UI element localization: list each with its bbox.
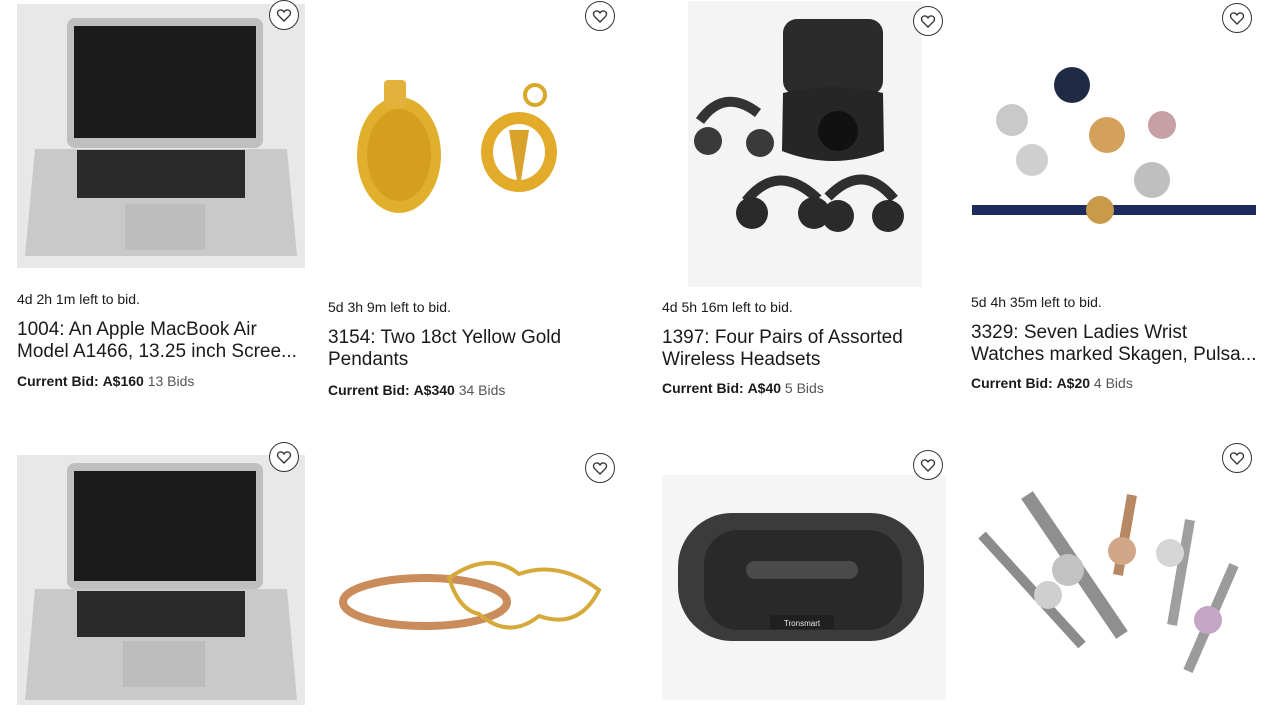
favorite-button[interactable] [1222, 3, 1252, 33]
heart-icon [592, 10, 608, 23]
listing-image-laptop[interactable] [17, 4, 305, 268]
listing-image-speaker[interactable]: Tronsmart [662, 475, 946, 700]
bid-count: 4 Bids [1093, 375, 1133, 391]
favorite-button[interactable] [913, 450, 943, 480]
bid-count: 13 Bids [147, 373, 195, 389]
heart-icon [920, 15, 936, 28]
bid-amount: A$20 [1056, 375, 1091, 391]
favorite-button[interactable] [269, 442, 299, 472]
bid-amount: A$340 [413, 382, 455, 398]
bid-label: Current Bid: [17, 373, 99, 389]
bid-label: Current Bid: [662, 380, 744, 396]
favorite-button[interactable] [269, 0, 299, 30]
current-bid: Current Bid: A$20 4 Bids [971, 375, 1133, 391]
current-bid: Current Bid: A$160 13 Bids [17, 373, 194, 389]
favorite-button[interactable] [913, 6, 943, 36]
listing-title[interactable]: 3154: Two 18ct Yellow Gold Pendants [328, 327, 618, 371]
heart-icon [1229, 12, 1245, 25]
listing-image-laptop[interactable] [17, 455, 305, 705]
bid-count: 5 Bids [784, 380, 824, 396]
time-left: 5d 4h 35m left to bid. [971, 294, 1102, 310]
heart-icon [276, 451, 292, 464]
listing-image-watches[interactable] [972, 475, 1256, 700]
time-left: 4d 5h 16m left to bid. [662, 299, 793, 315]
current-bid: Current Bid: A$40 5 Bids [662, 380, 824, 396]
listing-title[interactable]: 3329: Seven Ladies Wrist Watches marked … [971, 322, 1261, 366]
heart-icon [592, 462, 608, 475]
listing-title[interactable]: 1397: Four Pairs of Assorted Wireless He… [662, 327, 952, 371]
time-left: 5d 3h 9m left to bid. [328, 299, 451, 315]
speaker-brand-label: Tronsmart [784, 619, 821, 628]
heart-icon [920, 459, 936, 472]
listing-image-gold-pendants[interactable] [329, 40, 613, 240]
listing-image-headsets[interactable] [688, 1, 922, 287]
heart-icon [1229, 452, 1245, 465]
time-left: 4d 2h 1m left to bid. [17, 291, 140, 307]
bid-count: 34 Bids [458, 382, 506, 398]
bid-amount: A$160 [102, 373, 144, 389]
favorite-button[interactable] [585, 453, 615, 483]
favorite-button[interactable] [585, 1, 615, 31]
bid-amount: A$40 [747, 380, 782, 396]
bid-label: Current Bid: [328, 382, 410, 398]
listing-image-bangles[interactable] [329, 490, 613, 690]
heart-icon [276, 9, 292, 22]
current-bid: Current Bid: A$340 34 Bids [328, 382, 505, 398]
favorite-button[interactable] [1222, 443, 1252, 473]
listing-title[interactable]: 1004: An Apple MacBook Air Model A1466, … [17, 319, 307, 363]
bid-label: Current Bid: [971, 375, 1053, 391]
listing-image-watches[interactable] [972, 40, 1256, 240]
